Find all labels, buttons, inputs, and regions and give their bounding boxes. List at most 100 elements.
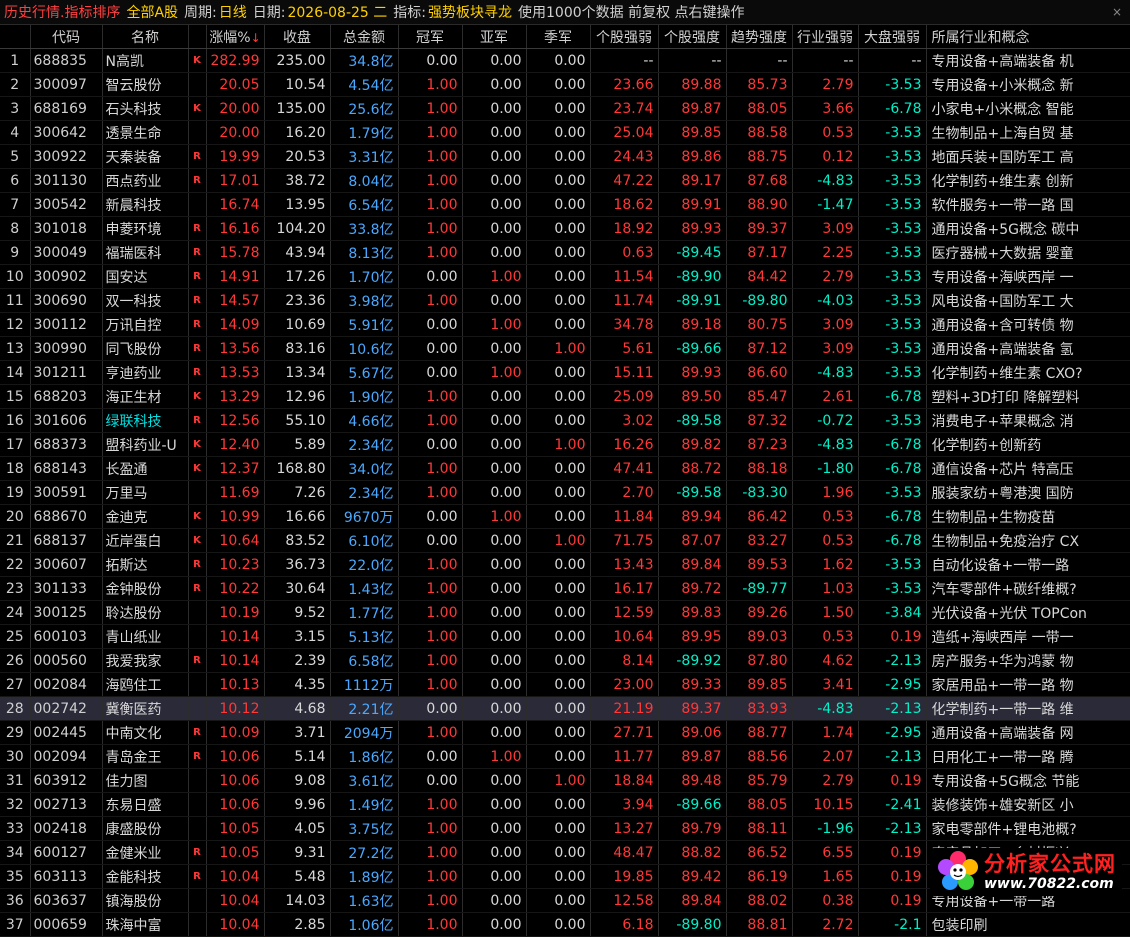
market-selector[interactable]: 全部A股 xyxy=(126,2,178,22)
market-strength: -6.78 xyxy=(858,505,926,529)
flag: R xyxy=(188,337,206,361)
close-price: 13.95 xyxy=(264,193,330,217)
close-price: 20.53 xyxy=(264,145,330,169)
third: 1.00 xyxy=(526,433,590,457)
table-row[interactable]: 29002445中南文化R10.093.712094万1.000.000.002… xyxy=(0,721,1130,745)
table-row[interactable]: 14301211亨迪药业R13.5313.345.67亿0.001.000.00… xyxy=(0,361,1130,385)
table-row[interactable]: 12300112万讯自控R14.0910.695.91亿0.001.000.00… xyxy=(0,313,1130,337)
header-stock-strength[interactable]: 个股强度 xyxy=(658,25,726,49)
close-price: 36.73 xyxy=(264,553,330,577)
period-selector[interactable]: 日线 xyxy=(219,2,247,22)
table-row[interactable]: 5300922天秦装备R19.9920.533.31亿1.000.000.002… xyxy=(0,145,1130,169)
table-row[interactable]: 24300125聆达股份10.199.521.77亿1.000.000.0012… xyxy=(0,601,1130,625)
champion: 1.00 xyxy=(398,649,462,673)
industry-strength: -0.72 xyxy=(792,409,858,433)
date-selector[interactable]: 2026-08-25 二 xyxy=(287,2,387,22)
close-icon[interactable]: × xyxy=(1112,5,1122,19)
trend-strength: 88.05 xyxy=(726,793,792,817)
total-amount: 10.6亿 xyxy=(330,337,398,361)
stock-strength-rank: 3.94 xyxy=(590,793,658,817)
header-market-strength[interactable]: 大盘强弱 xyxy=(858,25,926,49)
table-row[interactable]: 32002713东易日盛10.069.961.49亿1.000.000.003.… xyxy=(0,793,1130,817)
stock-name: 智云股份 xyxy=(102,73,188,97)
trend-strength: 83.27 xyxy=(726,529,792,553)
indicator-selector[interactable]: 强势板块寻龙 xyxy=(428,2,512,22)
header-third[interactable]: 季军 xyxy=(526,25,590,49)
total-amount: 1.90亿 xyxy=(330,385,398,409)
header-trend-strength[interactable]: 趋势强度 xyxy=(726,25,792,49)
header-code[interactable]: 代码 xyxy=(30,25,102,49)
champion: 1.00 xyxy=(398,289,462,313)
table-row[interactable]: 16301606绿联科技R12.5655.104.66亿1.000.000.00… xyxy=(0,409,1130,433)
runner-up: 0.00 xyxy=(462,865,526,889)
close-price: 5.89 xyxy=(264,433,330,457)
industry-strength: 2.07 xyxy=(792,745,858,769)
table-row[interactable]: 6301130西点药业R17.0138.728.04亿1.000.000.004… xyxy=(0,169,1130,193)
market-strength: -3.53 xyxy=(858,361,926,385)
stock-name: 海正生材 xyxy=(102,385,188,409)
header-runner-up[interactable]: 亚军 xyxy=(462,25,526,49)
header-stock-strength-rank[interactable]: 个股强弱 xyxy=(590,25,658,49)
header-amount[interactable]: 总金额 xyxy=(330,25,398,49)
stock-strength-rank: 24.43 xyxy=(590,145,658,169)
table-row[interactable]: 17688373盟科药业-UK12.405.892.34亿0.000.001.0… xyxy=(0,433,1130,457)
third: 0.00 xyxy=(526,817,590,841)
stock-code: 300922 xyxy=(30,145,102,169)
header-change-pct[interactable]: 涨幅%↓ xyxy=(206,25,264,49)
table-row[interactable]: 18688143长盈通K12.37168.8034.0亿1.000.000.00… xyxy=(0,457,1130,481)
table-row[interactable]: 19300591万里马11.697.262.34亿1.000.000.002.7… xyxy=(0,481,1130,505)
table-row[interactable]: 33002418康盛股份10.054.053.75亿1.000.000.0013… xyxy=(0,817,1130,841)
table-row[interactable]: 22300607拓斯达R10.2336.7322.0亿1.000.000.001… xyxy=(0,553,1130,577)
table-row[interactable]: 37000659珠海中富10.042.851.06亿1.000.000.006.… xyxy=(0,913,1130,937)
table-row[interactable]: 23301133金钟股份R10.2230.641.43亿1.000.000.00… xyxy=(0,577,1130,601)
industry-strength: 2.79 xyxy=(792,73,858,97)
runner-up: 0.00 xyxy=(462,721,526,745)
champion: 1.00 xyxy=(398,673,462,697)
table-row[interactable]: 1688835N高凯K282.99235.0034.8亿0.000.000.00… xyxy=(0,49,1130,73)
runner-up: 0.00 xyxy=(462,769,526,793)
champion: 1.00 xyxy=(398,457,462,481)
table-row[interactable]: 4300642透景生命20.0016.201.79亿1.000.000.0025… xyxy=(0,121,1130,145)
table-row[interactable]: 10300902国安达R14.9117.261.70亿0.001.000.001… xyxy=(0,265,1130,289)
header-industry-concept[interactable]: 所属行业和概念 xyxy=(926,25,1130,49)
stock-strength: -89.80 xyxy=(658,913,726,937)
market-strength: -3.53 xyxy=(858,409,926,433)
table-body: 1688835N高凯K282.99235.0034.8亿0.000.000.00… xyxy=(0,49,1130,937)
market-strength: -3.53 xyxy=(858,577,926,601)
flag: R xyxy=(188,577,206,601)
industry-concept: 家居用品+一带一路 物 xyxy=(926,673,1130,697)
stock-strength: 89.82 xyxy=(658,433,726,457)
table-row[interactable]: 31603912佳力图10.069.083.61亿0.000.001.0018.… xyxy=(0,769,1130,793)
table-row[interactable]: 13300990同飞股份R13.5683.1610.6亿0.000.001.00… xyxy=(0,337,1130,361)
market-strength: -6.78 xyxy=(858,97,926,121)
table-row[interactable]: 27002084海鸥住工10.134.351112万1.000.000.0023… xyxy=(0,673,1130,697)
stock-code: 002742 xyxy=(30,697,102,721)
table-row[interactable]: 8301018申菱环境R16.16104.2033.8亿1.000.000.00… xyxy=(0,217,1130,241)
header-industry-strength[interactable]: 行业强弱 xyxy=(792,25,858,49)
header-close[interactable]: 收盘 xyxy=(264,25,330,49)
table-row[interactable]: 3688169石头科技K20.00135.0025.6亿1.000.000.00… xyxy=(0,97,1130,121)
table-row[interactable]: 28002742冀衡医药10.124.682.21亿0.000.000.0021… xyxy=(0,697,1130,721)
table-row[interactable]: 2300097智云股份20.0510.544.54亿1.000.000.0023… xyxy=(0,73,1130,97)
table-row[interactable]: 9300049福瑞医科R15.7843.948.13亿1.000.000.000… xyxy=(0,241,1130,265)
table-row[interactable]: 7300542新晨科技16.7413.956.54亿1.000.000.0018… xyxy=(0,193,1130,217)
flag xyxy=(188,817,206,841)
table-row[interactable]: 15688203海正生材K13.2912.961.90亿1.000.000.00… xyxy=(0,385,1130,409)
table-row[interactable]: 30002094青岛金王R10.065.141.86亿0.001.000.001… xyxy=(0,745,1130,769)
header-name[interactable]: 名称 xyxy=(102,25,188,49)
table-row[interactable]: 26000560我爱我家R10.142.396.58亿1.000.000.008… xyxy=(0,649,1130,673)
table-row[interactable]: 11300690双一科技R14.5723.363.98亿1.000.000.00… xyxy=(0,289,1130,313)
stock-strength-rank: 48.47 xyxy=(590,841,658,865)
third: 0.00 xyxy=(526,49,590,73)
table-row[interactable]: 21688137近岸蛋白K10.6483.526.10亿0.000.001.00… xyxy=(0,529,1130,553)
header-champion[interactable]: 冠军 xyxy=(398,25,462,49)
champion: 0.00 xyxy=(398,697,462,721)
stock-code: 300902 xyxy=(30,265,102,289)
stock-name: 海鸥住工 xyxy=(102,673,188,697)
row-index: 22 xyxy=(0,553,30,577)
table-row[interactable]: 25600103青山纸业10.143.155.13亿1.000.000.0010… xyxy=(0,625,1130,649)
change-pct: 10.05 xyxy=(206,841,264,865)
change-pct: 15.78 xyxy=(206,241,264,265)
table-row[interactable]: 20688670金迪克K10.9916.669670万0.001.000.001… xyxy=(0,505,1130,529)
market-strength: -3.53 xyxy=(858,265,926,289)
